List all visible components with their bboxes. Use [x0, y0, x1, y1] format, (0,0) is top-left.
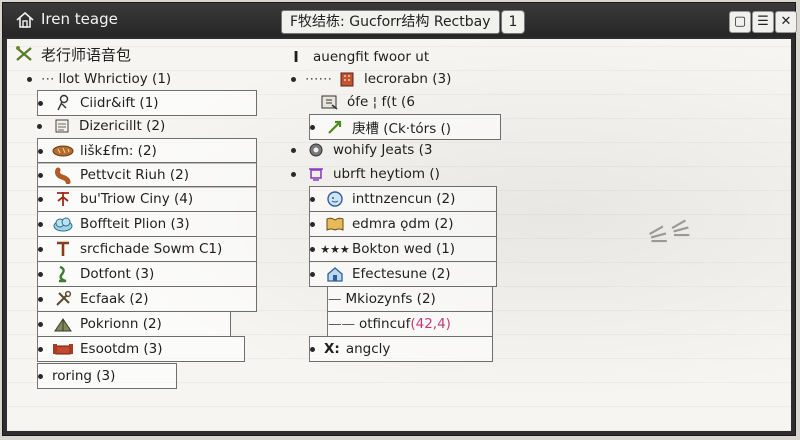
house-icon — [324, 264, 346, 284]
content-area: ⚟⚟ 老行师语音包 ⋯ llot Whrictioy (1) Ciidr&ift… — [7, 39, 791, 431]
list-item[interactable]: srcfichade Sowm C1) — [37, 236, 257, 262]
pillar-icon — [52, 239, 74, 259]
list-item[interactable]: ófe ¦ f(t (6 — [319, 90, 415, 114]
bullet — [310, 246, 315, 252]
minimize-button[interactable]: ▢ — [729, 11, 751, 33]
bullet — [38, 148, 43, 154]
tree-parent[interactable]: ⋯ llot Whrictioy (1) — [27, 67, 171, 91]
app-window: Iren teage F牧结栋: Gucforr结构 Rectbay 1 ▢ ☰… — [2, 2, 797, 436]
list-item[interactable]: Ciidr&ift (1) — [37, 90, 257, 116]
bullet — [38, 196, 43, 202]
tent-icon — [52, 314, 74, 334]
stars-icon: ★★★ — [320, 242, 350, 256]
count-badge[interactable]: 1 — [501, 10, 525, 34]
sketch-mark-icon: ⚟⚟ — [643, 213, 697, 255]
open-book-icon — [324, 214, 346, 234]
bullet — [310, 124, 315, 130]
bullet — [38, 296, 43, 302]
list-item[interactable]: bu'Triow Ciny (4) — [37, 186, 257, 212]
bullet — [38, 246, 43, 252]
value-badge: (42,4) — [410, 316, 451, 332]
branch-icon — [52, 189, 74, 209]
bullet — [37, 123, 42, 129]
dragon-icon — [52, 264, 74, 284]
list-item[interactable]: ubrft heytiom () — [291, 162, 440, 186]
list-item[interactable]: ★★★ Bokton wed (1) — [309, 236, 497, 262]
bullet — [38, 373, 43, 379]
title-bar: Iren teage F牧结栋: Gucforr结构 Rectbay 1 ▢ ☰… — [3, 3, 797, 37]
list-item[interactable]: inttnzencun (2) — [309, 186, 497, 212]
list-item[interactable]: Dotfont (3) — [37, 261, 257, 287]
list-item[interactable]: lišk£fm: (2) — [37, 138, 257, 164]
connector: ⋯⋯ — [305, 71, 332, 87]
connector: ⋯ — [41, 71, 55, 87]
bullet — [38, 100, 43, 106]
list-item[interactable]: Efectesune (2) — [309, 261, 497, 287]
right-section-header[interactable]: I auengfit fwoor ut — [285, 45, 429, 69]
close-button[interactable]: ✕ — [775, 11, 797, 33]
list-item[interactable]: 庚槽 (Ck·tórs () — [309, 114, 501, 140]
bullet — [27, 76, 32, 82]
list-item[interactable]: Esootdm (3) — [37, 336, 245, 362]
bullet — [38, 172, 43, 178]
tree-parent[interactable]: ⋯⋯ lecrorabn (3) — [291, 67, 451, 91]
list-item[interactable]: edmra ǫdm (2) — [309, 211, 497, 237]
crossed-tools-icon — [13, 44, 35, 64]
list-item[interactable]: Ecfaak (2) — [37, 286, 257, 312]
breadcrumb-title[interactable]: F牧结栋: Gucforr结构 Rectbay — [281, 10, 500, 34]
list-item[interactable]: —— otfincuf (42,4) — [327, 311, 493, 337]
list-item[interactable]: Boffteit Plion (3) — [37, 211, 257, 237]
bullet — [310, 221, 315, 227]
bullet — [291, 171, 296, 177]
bullet — [38, 346, 43, 352]
stick-figure-icon — [52, 93, 74, 113]
bullet — [38, 321, 43, 327]
list-item[interactable]: roring (3) — [37, 363, 177, 389]
bread-icon — [52, 141, 74, 161]
bullet — [310, 346, 315, 352]
book-icon — [319, 92, 341, 112]
tools-icon — [52, 289, 74, 309]
connector: — — [328, 291, 342, 307]
bullet — [310, 271, 315, 277]
menu-button[interactable]: ☰ — [752, 11, 774, 33]
list-item[interactable]: Dizericillt (2) — [37, 114, 165, 138]
list-item[interactable]: X: angcly — [309, 336, 493, 362]
home-icon[interactable] — [15, 10, 35, 30]
list-item[interactable]: Pettvcit Riuh (2) — [37, 162, 257, 188]
cloud-icon — [52, 214, 74, 234]
window-title: Iren teage — [41, 10, 118, 28]
bullet — [38, 221, 43, 227]
scroll-icon — [51, 116, 73, 136]
robot-icon — [305, 164, 327, 184]
bullet — [291, 147, 296, 153]
building-icon — [336, 69, 358, 89]
x-label: X: — [324, 341, 340, 357]
bullet — [310, 196, 315, 202]
face-icon — [324, 189, 346, 209]
gear-icon — [305, 140, 327, 160]
left-section-header[interactable]: 老行师语音包 — [13, 42, 131, 66]
list-item[interactable]: Pokrionn (2) — [37, 311, 231, 337]
bullet — [38, 271, 43, 277]
list-item[interactable]: wohify Jeats (3 — [291, 138, 432, 162]
connector: —— — [328, 316, 355, 332]
list-item[interactable]: — Mkiozynfs (2) — [327, 286, 493, 312]
sofa-icon — [52, 339, 74, 359]
text-icon: I — [293, 48, 299, 66]
bullet — [291, 76, 296, 82]
sausage-icon — [52, 165, 74, 185]
arrow-icon — [324, 117, 346, 137]
